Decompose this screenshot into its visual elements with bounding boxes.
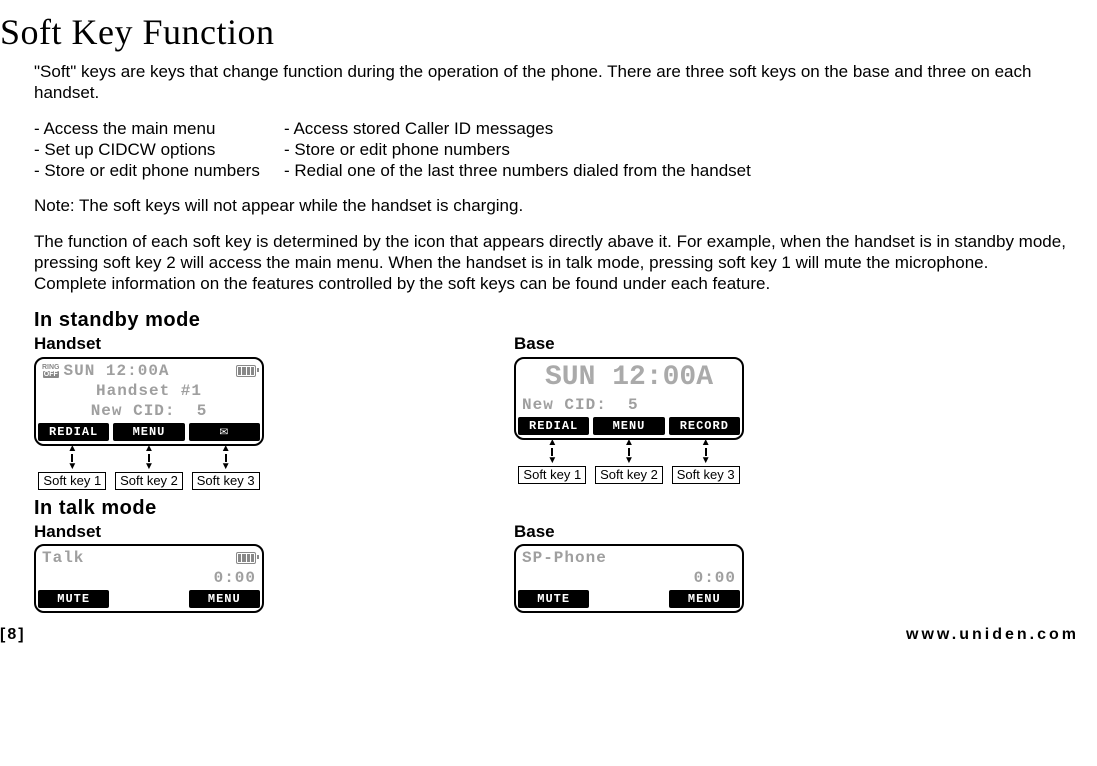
list-item: - Access stored Caller ID messages: [284, 118, 1079, 139]
softkey-menu[interactable]: MENU: [189, 590, 260, 608]
battery-icon: [236, 552, 256, 564]
softkey-empty: [113, 590, 184, 608]
list-item: - Store or edit phone numbers: [284, 139, 1079, 160]
lcd-line: 0:00: [214, 568, 256, 588]
handset-label: Handset: [34, 521, 514, 542]
list-item: - Access the main menu: [34, 118, 284, 139]
page-number: [8]: [0, 625, 26, 645]
lcd-line: SP-Phone: [522, 548, 607, 568]
softkey-mail-icon[interactable]: [189, 423, 260, 441]
handset-standby-lcd: RINGOFF SUN 12:00A Handset #1 New CID: 5…: [34, 357, 264, 446]
softkey-empty: [593, 590, 664, 608]
lcd-line: Talk: [42, 548, 84, 568]
arrow-icon: [67, 444, 77, 472]
arrow-icon: [221, 444, 231, 472]
list-item: - Set up CIDCW options: [34, 139, 284, 160]
intro-text: "Soft" keys are keys that change functio…: [34, 61, 1079, 104]
arrow-icon: [144, 444, 154, 472]
base-standby-lcd: SUN 12:00A New CID: 5 REDIAL MENU RECORD: [514, 357, 744, 440]
softkey-mute[interactable]: MUTE: [518, 590, 589, 608]
softkey-3-label: Soft key 3: [672, 466, 740, 484]
arrow-icon: [547, 438, 557, 466]
softkey-pointer-row: Soft key 1 Soft key 2 Soft key 3: [514, 438, 744, 484]
base-label: Base: [514, 333, 994, 354]
softkey-1-label: Soft key 1: [518, 466, 586, 484]
softkey-3-label: Soft key 3: [192, 472, 260, 490]
arrow-icon: [624, 438, 634, 466]
softkey-menu[interactable]: MENU: [113, 423, 184, 441]
softkey-mute[interactable]: MUTE: [38, 590, 109, 608]
base-label: Base: [514, 521, 994, 542]
softkey-menu[interactable]: MENU: [669, 590, 740, 608]
page-title: Soft Key Function: [0, 10, 1079, 55]
footer-url: www.uniden.com: [906, 625, 1079, 645]
arrow-icon: [701, 438, 711, 466]
softkey-1-label: Soft key 1: [38, 472, 106, 490]
battery-icon: [236, 365, 256, 377]
ring-off-icon: RINGOFF: [42, 364, 60, 378]
softkey-redial[interactable]: REDIAL: [38, 423, 109, 441]
lcd-line: New CID: 5: [522, 395, 639, 415]
softkey-2-label: Soft key 2: [595, 466, 663, 484]
lcd-line: New CID: 5: [91, 401, 208, 421]
note-text: Note: The soft keys will not appear whil…: [34, 195, 1079, 216]
softkey-menu[interactable]: MENU: [593, 417, 664, 435]
softkey-2-label: Soft key 2: [115, 472, 183, 490]
base-talk-lcd: SP-Phone 0:00 MUTE MENU: [514, 544, 744, 613]
lcd-line: SUN 12:00A: [64, 361, 170, 381]
lcd-line: SUN 12:00A: [545, 360, 713, 395]
handset-label: Handset: [34, 333, 514, 354]
handset-talk-lcd: Talk 0:00 MUTE MENU: [34, 544, 264, 613]
softkey-pointer-row: Soft key 1 Soft key 2 Soft key 3: [34, 444, 264, 490]
standby-heading: In standby mode: [34, 308, 1079, 333]
lcd-line: Handset #1: [96, 381, 202, 401]
softkey-redial[interactable]: REDIAL: [518, 417, 589, 435]
softkey-record[interactable]: RECORD: [669, 417, 740, 435]
description-text: The function of each soft key is determi…: [34, 231, 1079, 295]
list-item: - Redial one of the last three numbers d…: [284, 160, 1079, 181]
lcd-line: 0:00: [694, 568, 736, 588]
list-item: - Store or edit phone numbers: [34, 160, 284, 181]
feature-list: - Access the main menu- Access stored Ca…: [34, 118, 1079, 182]
talk-heading: In talk mode: [34, 496, 1079, 521]
